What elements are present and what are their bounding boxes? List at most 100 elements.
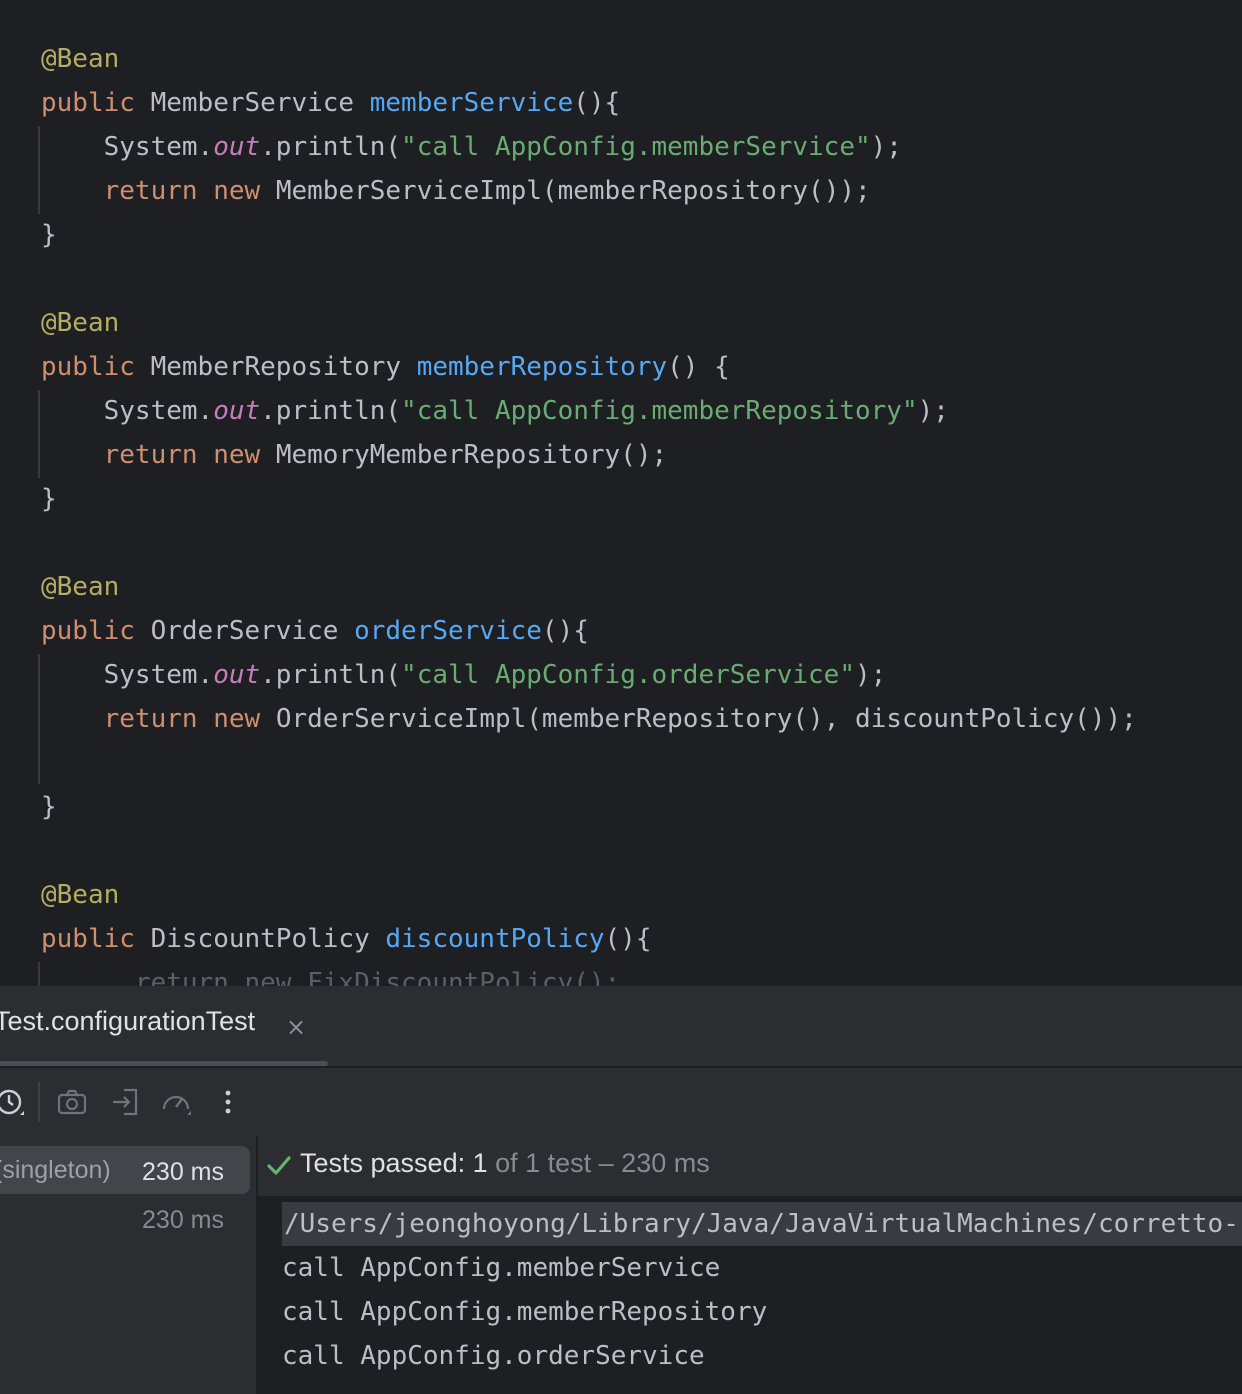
code-token: MemberService — [134, 88, 370, 118]
code-line[interactable]: return new OrderServiceImpl(memberReposi… — [41, 697, 1137, 741]
code-line[interactable]: } — [41, 477, 57, 521]
code-token: return new FixDiscountPolicy(); — [41, 968, 621, 986]
code-token: @Bean — [41, 572, 120, 602]
code-token: System. — [41, 132, 214, 162]
code-line[interactable]: return new MemoryMemberRepository(); — [41, 433, 668, 477]
history-icon[interactable] — [0, 1085, 26, 1119]
code-line[interactable]: return new MemberServiceImpl(memberRepos… — [41, 169, 871, 213]
code-token: orderService — [354, 616, 542, 646]
tests-passed-detail: of 1 test – 230 ms — [487, 1148, 710, 1178]
screenshot-icon[interactable] — [55, 1085, 89, 1119]
code-token: .println( — [260, 396, 402, 426]
code-token: MemberServiceImpl(memberRepository()); — [260, 176, 871, 206]
code-token: (){ — [604, 924, 652, 954]
code-token: @Bean — [41, 880, 120, 910]
code-token: .println( — [260, 132, 402, 162]
run-tab-strip: Test.configurationTest × — [0, 986, 1242, 1068]
code-line[interactable]: System.out.println("call AppConfig.membe… — [41, 125, 902, 169]
code-token: return — [103, 440, 198, 470]
code-token: OrderServiceImpl(memberRepository(), dis… — [260, 704, 1137, 734]
code-token: @Bean — [41, 44, 120, 74]
code-token: return — [103, 704, 198, 734]
code-token: public — [41, 352, 135, 382]
code-token: public — [41, 616, 135, 646]
indent-guide — [38, 962, 40, 986]
code-editor[interactable]: @Bean public MemberService memberService(… — [0, 0, 1242, 986]
tab-scroll-indicator — [0, 1061, 328, 1066]
code-token: } — [41, 220, 57, 250]
indent-guide — [38, 654, 40, 784]
code-token: } — [41, 484, 57, 514]
code-token: "call AppConfig.orderService" — [401, 660, 855, 690]
code-token: MemberRepository — [134, 352, 417, 382]
code-line[interactable]: } — [41, 785, 57, 829]
code-token: MemoryMemberRepository(); — [260, 440, 668, 470]
toolbar-separator — [38, 1082, 40, 1122]
run-tool-window: Test.configurationTest × (singleton) 230… — [0, 986, 1242, 1394]
test-duration: 230 ms — [142, 1206, 224, 1234]
code-line[interactable]: @Bean — [41, 37, 119, 81]
code-line[interactable]: public DiscountPolicy discountPolicy(){ — [41, 917, 652, 961]
code-line[interactable]: System.out.println("call AppConfig.order… — [41, 653, 887, 697]
close-icon[interactable]: × — [286, 1012, 306, 1042]
console-output[interactable]: Tests passed: 1 of 1 test – 230 ms /User… — [258, 1136, 1242, 1394]
code-line[interactable]: @Bean — [41, 301, 119, 345]
coverage-icon[interactable] — [159, 1085, 193, 1119]
code-token: ); — [855, 660, 887, 690]
test-status-text: Tests passed: 1 of 1 test – 230 ms — [300, 1148, 710, 1179]
code-line[interactable]: @Bean — [41, 873, 119, 917]
console-line: call AppConfig.memberService — [282, 1253, 721, 1283]
test-status-bar: Tests passed: 1 of 1 test – 230 ms — [258, 1136, 1242, 1196]
code-token: @Bean — [41, 308, 120, 338]
code-token: memberRepository — [416, 352, 668, 382]
code-token: memberService — [369, 88, 574, 118]
code-token: DiscountPolicy — [134, 924, 386, 954]
tests-passed-label: Tests passed: 1 — [300, 1148, 488, 1178]
code-line[interactable]: public MemberService memberService(){ — [41, 81, 620, 125]
code-token: out — [213, 396, 261, 426]
test-tree-row[interactable]: 230 ms — [0, 1194, 250, 1242]
code-token: ); — [917, 396, 949, 426]
code-token: new — [213, 176, 261, 206]
code-line[interactable]: public OrderService orderService(){ — [41, 609, 589, 653]
code-token: "call AppConfig.memberRepository" — [401, 396, 918, 426]
run-toolbar — [0, 1068, 1242, 1136]
code-line[interactable]: } — [41, 213, 57, 257]
console-line: call AppConfig.memberRepository — [282, 1297, 768, 1327]
test-tree: (singleton) 230 ms 230 ms — [0, 1136, 256, 1394]
code-line[interactable]: @Bean — [41, 565, 119, 609]
code-token: return — [103, 176, 198, 206]
import-icon[interactable] — [108, 1085, 142, 1119]
code-token: public — [41, 88, 135, 118]
code-token: new — [213, 440, 261, 470]
code-token: out — [213, 660, 261, 690]
code-token: OrderService — [134, 616, 355, 646]
code-token: "call AppConfig.memberService" — [401, 132, 871, 162]
code-token: public — [41, 924, 135, 954]
code-token: discountPolicy — [385, 924, 605, 954]
code-line[interactable]: public MemberRepository memberRepository… — [41, 345, 730, 389]
run-tab-title[interactable]: Test.configurationTest — [0, 1006, 255, 1037]
code-line[interactable]: System.out.println("call AppConfig.membe… — [41, 389, 949, 433]
test-name: (singleton) — [0, 1156, 111, 1184]
code-token: } — [41, 792, 57, 822]
console-command-line: /Users/jeonghoyong/Library/Java/JavaVirt… — [282, 1202, 1242, 1246]
test-duration: 230 ms — [142, 1158, 224, 1186]
indent-guide — [38, 390, 40, 478]
code-token: new — [213, 704, 261, 734]
code-token: (){ — [541, 616, 589, 646]
console-line: call AppConfig.orderService — [282, 1341, 705, 1371]
code-token: (){ — [573, 88, 621, 118]
more-icon[interactable] — [211, 1085, 245, 1119]
test-tree-row-selected[interactable]: (singleton) 230 ms — [0, 1146, 250, 1194]
code-token: () { — [667, 352, 730, 382]
code-line[interactable]: return new FixDiscountPolicy(); — [41, 961, 620, 986]
code-token: out — [213, 132, 261, 162]
indent-guide — [38, 126, 40, 214]
